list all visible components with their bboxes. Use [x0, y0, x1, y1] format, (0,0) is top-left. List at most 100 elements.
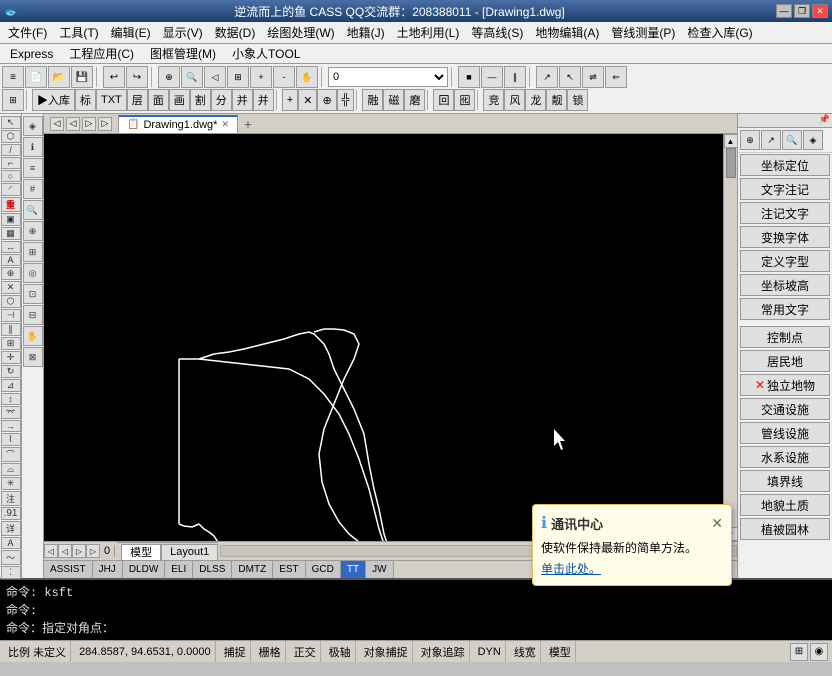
tb-zoom-in-btn[interactable]: + [250, 66, 272, 88]
lt-coord-btn[interactable]: 注 [1, 491, 21, 506]
lt-select-btn[interactable]: ↖ [1, 116, 21, 129]
tb-prop1-btn[interactable]: ■ [458, 66, 480, 88]
hscroll-left-btn[interactable]: ◁ [44, 544, 58, 558]
lt-dotdot-btn[interactable]: ⁚ [1, 566, 21, 579]
stab-dmtz[interactable]: DMTZ [232, 561, 273, 579]
lt-note-btn[interactable]: 详 [1, 521, 21, 536]
lt-fillet-btn[interactable]: ⌒ [1, 447, 21, 462]
rp-icon-3[interactable]: 🔍 [782, 130, 802, 150]
tb-tie-btn[interactable]: 并 [253, 89, 274, 111]
tb-mark-btn[interactable]: 标 [75, 89, 96, 111]
lt-textlabel-btn[interactable]: A [1, 537, 21, 549]
lt2-pan-btn[interactable]: ✋ [23, 326, 43, 346]
tb-more4-btn[interactable]: ⇐ [605, 66, 627, 88]
tab-drawing1[interactable]: 📋 Drawing1.dwg* ✕ [118, 115, 238, 133]
lt-line-btn[interactable]: / [1, 144, 21, 156]
lt2-prop-btn[interactable]: ◈ [23, 116, 43, 136]
tb-zoom-extent-btn[interactable]: ⊕ [158, 66, 180, 88]
notif-close-btn[interactable]: ✕ [711, 515, 723, 532]
tab-nav-right2[interactable]: ▷ [98, 117, 112, 131]
sb-linewidth[interactable]: 线宽 [510, 641, 541, 662]
sb-icon-1[interactable]: ⊞ [790, 643, 808, 661]
lt-copy-btn[interactable]: ⬡ [1, 295, 21, 308]
rp-commontext-btn[interactable]: 常用文字 [740, 298, 830, 320]
stab-dlss[interactable]: DLSS [193, 561, 232, 579]
rp-water-btn[interactable]: 水系设施 [740, 446, 830, 468]
rp-pipeline-btn[interactable]: 管线设施 [740, 422, 830, 444]
lt-hatch-btn[interactable]: ▦ [1, 227, 21, 240]
stab-est[interactable]: EST [273, 561, 305, 579]
lt2-zoomobj-btn[interactable]: ⊡ [23, 284, 43, 304]
lt-block-btn[interactable]: ▣ [1, 213, 21, 226]
menu-xiaoxtool[interactable]: 小象人TOOL [226, 43, 306, 64]
tb-lock-btn[interactable]: 锁 [567, 89, 588, 111]
menu-view[interactable]: 显示(V) [157, 22, 209, 43]
rp-terrain-btn[interactable]: 地貌土质 [740, 494, 830, 516]
lt-text-btn[interactable]: A [1, 254, 21, 266]
tb-redo-btn[interactable]: ↪ [126, 66, 148, 88]
lt-break-btn[interactable]: ⌇ [1, 433, 21, 446]
rp-changefont-btn[interactable]: 变换字体 [740, 226, 830, 248]
menu-file[interactable]: 文件(F) [2, 22, 53, 43]
rp-icon-4[interactable]: ◈ [803, 130, 823, 150]
lt-offset-btn[interactable]: ∥ [1, 323, 21, 336]
tb-prop2-btn[interactable]: — [481, 66, 503, 88]
tb-wave-btn[interactable]: 靓 [546, 89, 567, 111]
lt2-zoomdyn-btn[interactable]: ⊕ [23, 221, 43, 241]
sb-icon-2[interactable]: ◉ [810, 643, 828, 661]
rp-boundary-btn[interactable]: 填界线 [740, 470, 830, 492]
lt-pick-btn[interactable]: ⬡ [1, 130, 21, 143]
tb-cross2-btn[interactable]: ╬ [337, 89, 355, 111]
menu-cadastral[interactable]: 地籍(J) [341, 22, 391, 43]
tb-rotate-btn[interactable]: 回 [433, 89, 454, 111]
menu-engineering[interactable]: 工程应用(C) [63, 43, 140, 64]
lt-circle-btn[interactable]: ○ [1, 170, 21, 182]
tb-merge-btn[interactable]: 并 [232, 89, 253, 111]
lt-erase-btn[interactable]: ✕ [1, 281, 21, 294]
rp-vegetation-btn[interactable]: 植被园林 [740, 518, 830, 540]
tb-txt-btn[interactable]: TXT [96, 89, 127, 111]
stab-gcd[interactable]: GCD [306, 561, 341, 579]
lt-extend-btn[interactable]: → [1, 420, 21, 432]
lt2-info-btn[interactable]: ℹ [23, 137, 43, 157]
lt-explode-btn[interactable]: ✳ [1, 477, 21, 490]
lt2-list-btn[interactable]: ≡ [23, 158, 43, 178]
lt-polyline-btn[interactable]: ⌐ [1, 157, 21, 169]
tb-layer-btn[interactable]: 层 [127, 89, 148, 111]
tb-zoom-win-btn[interactable]: 🔍 [181, 66, 203, 88]
layout1-tab[interactable]: Layout1 [161, 544, 218, 560]
vscroll-thumb[interactable] [726, 148, 736, 178]
stab-jhj[interactable]: JHJ [93, 561, 123, 579]
minimize-button[interactable]: — [776, 4, 792, 18]
tb-zoom-prev-btn[interactable]: ◁ [204, 66, 226, 88]
lt2-zoomcenter-btn[interactable]: ◎ [23, 263, 43, 283]
tb-cross-btn[interactable]: ⊕ [317, 89, 336, 111]
menu-edit-feature[interactable]: 地物编辑(A) [529, 22, 605, 43]
tab-close-btn[interactable]: ✕ [221, 119, 229, 130]
rp-coord-btn[interactable]: 坐标定位 [740, 154, 830, 176]
tb-grind-btn[interactable]: 磨 [404, 89, 425, 111]
tb-more2-btn[interactable]: ↖ [559, 66, 581, 88]
tb-undo-btn[interactable]: ↩ [103, 66, 125, 88]
hscroll-right-btn[interactable]: ▷ [72, 544, 86, 558]
hscroll-right2-btn[interactable]: ▷ [86, 544, 100, 558]
lt-number-btn[interactable]: .91 [1, 507, 21, 520]
tb-prop3-btn[interactable]: ∥ [504, 66, 526, 88]
rp-independent-btn[interactable]: ✕ 独立地物 [740, 374, 830, 396]
menu-draw[interactable]: 绘图处理(W) [261, 22, 340, 43]
menu-pipeline[interactable]: 管线测量(P) [605, 22, 681, 43]
sb-grid[interactable]: 栅格 [255, 641, 286, 662]
tb-del-node-btn[interactable]: ✕ [298, 89, 317, 111]
tb-open-btn[interactable]: 📂 [48, 66, 70, 88]
stab-jw[interactable]: JW [366, 561, 393, 579]
lt-chamfer-btn[interactable]: ⌓ [1, 463, 21, 476]
tb-compete-btn[interactable]: 竞 [483, 89, 504, 111]
menu-frame[interactable]: 图框管理(M) [144, 43, 222, 64]
lt2-calc-btn[interactable]: # [23, 179, 43, 199]
stab-tt[interactable]: TT [341, 561, 366, 579]
lt-stretch-btn[interactable]: ↕ [1, 393, 21, 405]
tb-insert-btn[interactable]: ▶入库 [32, 89, 75, 111]
vscroll-up-btn[interactable]: ▲ [724, 134, 738, 148]
rp-definefont-btn[interactable]: 定义字型 [740, 250, 830, 272]
rp-pin-btn[interactable]: 📌 [819, 114, 830, 127]
